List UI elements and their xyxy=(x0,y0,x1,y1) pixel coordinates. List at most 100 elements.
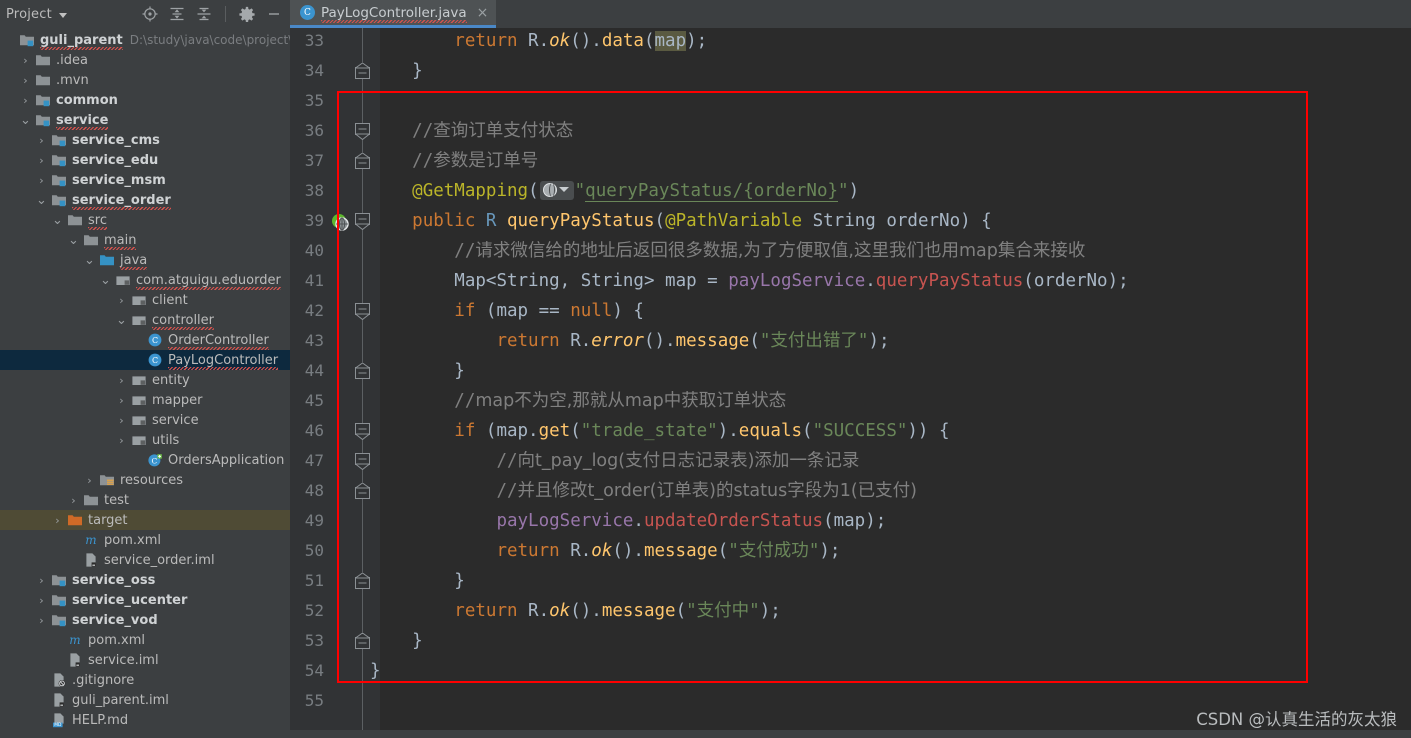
chevron-right-icon[interactable]: › xyxy=(116,415,127,426)
tree-item-label: service_ucenter xyxy=(72,592,188,608)
tree-item-service[interactable]: › service xyxy=(0,410,290,430)
code-fold-marker[interactable] xyxy=(353,152,372,170)
tree-item-service-oss[interactable]: › service_oss xyxy=(0,570,290,590)
tree-item-service-msm[interactable]: › service_msm xyxy=(0,170,290,190)
project-tree[interactable]: guli_parent D:\study\java\code\project\gu… xyxy=(0,28,290,738)
tree-item-resources[interactable]: › resources xyxy=(0,470,290,490)
fold-icon xyxy=(353,152,372,169)
tree-item-label: HELP.md xyxy=(72,712,129,728)
tree-item-mapper[interactable]: › mapper xyxy=(0,390,290,410)
tree-item-help-md[interactable]: MD HELP.md xyxy=(0,710,290,730)
chevron-right-icon[interactable]: › xyxy=(116,395,127,406)
code-line: return R.ok().message("支付中"); xyxy=(454,601,781,621)
chevron-down-icon[interactable]: ⌄ xyxy=(84,254,95,267)
tree-item-ordercontroller[interactable]: C OrderController xyxy=(0,330,290,350)
chevron-down-icon[interactable]: ⌄ xyxy=(68,234,79,247)
chevron-right-icon[interactable]: › xyxy=(20,55,31,66)
tree-item-ordersapplication[interactable]: C OrdersApplication xyxy=(0,450,290,470)
code-fold-marker[interactable] xyxy=(354,423,371,441)
tree-item-test[interactable]: › test xyxy=(0,490,290,510)
tree-item-target[interactable]: › target xyxy=(0,510,290,530)
tree-item-client[interactable]: › client xyxy=(0,290,290,310)
chevron-right-icon[interactable]: › xyxy=(36,615,47,626)
locate-icon[interactable] xyxy=(142,6,158,22)
chevron-right-icon[interactable]: › xyxy=(36,595,47,606)
tree-item-paylogcontroller[interactable]: C PayLogController xyxy=(0,350,290,370)
code-fold-marker[interactable] xyxy=(354,213,371,231)
line-number: 37 xyxy=(304,151,324,170)
chevron-right-icon[interactable]: › xyxy=(20,75,31,86)
chevron-right-icon[interactable]: › xyxy=(116,295,127,306)
chevron-right-icon[interactable]: › xyxy=(36,155,47,166)
tree-item-src[interactable]: ⌄ src xyxy=(0,210,290,230)
line-number: 38 xyxy=(304,181,324,200)
code-fold-marker[interactable] xyxy=(353,482,372,500)
svg-text:C: C xyxy=(152,356,158,365)
code-fold-marker[interactable] xyxy=(353,572,372,590)
code-editor[interactable]: 33 34 35 36 37 38 39 40 41 42 43 44 45 46 47 48 49 50 51 52… xyxy=(290,28,1411,738)
tree-item-guli-parent[interactable]: guli_parent D:\study\java\code\project\gu… xyxy=(0,30,290,50)
tree-item-utils[interactable]: › utils xyxy=(0,430,290,450)
chevron-right-icon[interactable]: › xyxy=(68,495,79,506)
java-class-icon: C xyxy=(147,352,168,368)
code-fold-marker[interactable] xyxy=(354,123,371,141)
tree-item-service-edu[interactable]: › service_edu xyxy=(0,150,290,170)
web-url-inlay-icon[interactable] xyxy=(539,181,574,200)
tree-item-com-atguigu-eduorder[interactable]: ⌄ com.atguigu.eduorder xyxy=(0,270,290,290)
module-folder-icon xyxy=(52,175,66,187)
tree-item-service-iml[interactable]: service.iml xyxy=(0,650,290,670)
tree-item-guli-parent-iml[interactable]: guli_parent.iml xyxy=(0,690,290,710)
chevron-right-icon[interactable]: › xyxy=(36,575,47,586)
chevron-right-icon[interactable]: › xyxy=(116,435,127,446)
expand-all-icon[interactable] xyxy=(169,6,185,22)
chevron-down-icon[interactable]: ⌄ xyxy=(20,114,31,127)
chevron-down-icon[interactable]: ⌄ xyxy=(100,274,111,287)
code-content[interactable]: return R.ok().data(map); } //查询订单支付状态 //… xyxy=(370,28,1411,738)
chevron-right-icon[interactable]: › xyxy=(52,515,63,526)
chevron-right-icon[interactable]: › xyxy=(20,95,31,106)
tree-item-mvn[interactable]: › .mvn xyxy=(0,70,290,90)
line-number: 35 xyxy=(304,91,324,110)
tree-item-service-order-iml[interactable]: service_order.iml xyxy=(0,550,290,570)
code-fold-marker[interactable] xyxy=(353,62,372,80)
chevron-down-icon[interactable] xyxy=(58,12,67,18)
tree-item-pom-xml[interactable]: m pom.xml xyxy=(0,530,290,550)
chevron-right-icon[interactable]: › xyxy=(36,175,47,186)
tree-item-gitignore[interactable]: .gitignore xyxy=(0,670,290,690)
code-fold-marker[interactable] xyxy=(353,362,372,380)
module-folder-icon xyxy=(52,155,66,167)
code-line: //查询订单支付状态 xyxy=(412,121,574,141)
web-mapping-gutter-icon[interactable] xyxy=(330,212,349,231)
tab-paylogcontroller[interactable]: C PayLogController.java × xyxy=(290,0,497,28)
code-line: //map不为空,那就从map中获取订单状态 xyxy=(454,391,787,411)
code-line: //参数是订单号 xyxy=(412,151,539,171)
settings-gear-icon[interactable] xyxy=(239,6,255,22)
chevron-right-icon[interactable]: › xyxy=(84,475,95,486)
minimize-icon[interactable] xyxy=(266,6,282,22)
tree-item-entity[interactable]: › entity xyxy=(0,370,290,390)
tree-item-controller[interactable]: ⌄ controller xyxy=(0,310,290,330)
chevron-down-icon[interactable]: ⌄ xyxy=(116,314,127,327)
close-icon[interactable]: × xyxy=(477,6,489,20)
collapse-all-icon[interactable] xyxy=(196,6,212,22)
tree-item-service-ucenter[interactable]: › service_ucenter xyxy=(0,590,290,610)
tree-item-service[interactable]: ⌄ service xyxy=(0,110,290,130)
code-fold-marker[interactable] xyxy=(354,303,371,321)
tree-item-java[interactable]: ⌄ java xyxy=(0,250,290,270)
tree-item-service-vod[interactable]: › service_vod xyxy=(0,610,290,630)
chevron-down-icon[interactable]: ⌄ xyxy=(36,194,47,207)
tree-item-main[interactable]: ⌄ main xyxy=(0,230,290,250)
tree-item-common[interactable]: › common xyxy=(0,90,290,110)
tree-item-idea[interactable]: › .idea xyxy=(0,50,290,70)
project-panel-title[interactable]: Project xyxy=(6,7,52,22)
tree-item-service-order[interactable]: ⌄ service_order xyxy=(0,190,290,210)
editor-gutter[interactable]: 33 34 35 36 37 38 39 40 41 42 43 44 45 46 47 48 49 50 51 52… xyxy=(290,28,380,738)
code-fold-marker[interactable] xyxy=(353,632,372,650)
chevron-right-icon[interactable]: › xyxy=(36,135,47,146)
tree-item-service-cms[interactable]: › service_cms xyxy=(0,130,290,150)
tree-item-label: com.atguigu.eduorder xyxy=(136,272,281,290)
code-fold-marker[interactable] xyxy=(354,453,371,471)
chevron-right-icon[interactable]: › xyxy=(116,375,127,386)
chevron-down-icon[interactable]: ⌄ xyxy=(52,214,63,227)
tree-item-pom-xml[interactable]: m pom.xml xyxy=(0,630,290,650)
